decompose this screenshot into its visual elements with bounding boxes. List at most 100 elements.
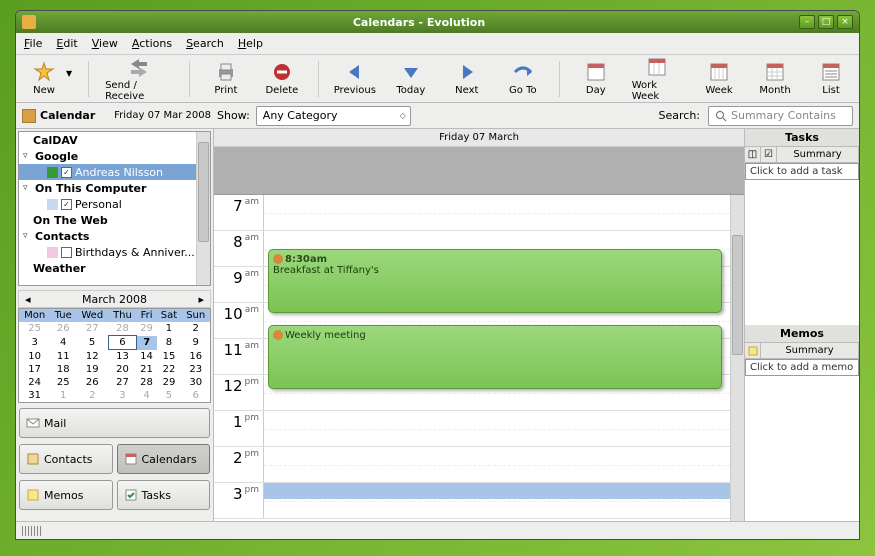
tree-scrollbar[interactable] <box>196 132 210 285</box>
workweek-view-button[interactable]: Work Week <box>632 56 683 102</box>
menu-file[interactable]: File <box>24 37 42 50</box>
expander-icon[interactable]: ▿ <box>23 183 32 193</box>
cal-day[interactable]: 14 <box>137 350 157 364</box>
list-view-button[interactable]: List <box>811 61 851 96</box>
cal-day[interactable]: 29 <box>157 376 182 389</box>
month-view-button[interactable]: Month <box>755 61 795 96</box>
cal-day[interactable]: 18 <box>50 363 76 376</box>
menu-actions[interactable]: Actions <box>132 37 172 50</box>
close-button[interactable]: × <box>837 15 853 29</box>
tree-contacts[interactable]: ▿Contacts <box>19 228 210 244</box>
cal-day[interactable]: 17 <box>19 363 50 376</box>
checkbox[interactable] <box>61 247 72 258</box>
cal-day[interactable]: 8 <box>157 336 182 350</box>
event-breakfast[interactable]: 8:30am Breakfast at Tiffany's <box>268 249 722 313</box>
cal-day[interactable]: 6 <box>181 389 210 402</box>
cal-day[interactable]: 11 <box>50 350 76 364</box>
send-receive-button[interactable]: Send / Receive <box>105 56 173 102</box>
cal-day[interactable]: 10 <box>19 350 50 364</box>
cal-day[interactable]: 1 <box>157 322 182 336</box>
col-summary[interactable]: Summary <box>777 147 859 162</box>
cal-day[interactable]: 26 <box>76 376 108 389</box>
col-icon[interactable]: ◫ <box>745 147 761 162</box>
cal-day[interactable]: 27 <box>76 322 108 336</box>
tasks-body[interactable] <box>745 180 859 325</box>
col-icon[interactable] <box>745 343 761 358</box>
cal-day[interactable]: 13 <box>108 350 136 364</box>
cal-day[interactable]: 23 <box>181 363 210 376</box>
cal-day[interactable]: 19 <box>76 363 108 376</box>
checkbox[interactable]: ✓ <box>61 167 72 178</box>
cal-day[interactable]: 2 <box>76 389 108 402</box>
allday-area[interactable] <box>214 147 744 195</box>
cal-day[interactable]: 1 <box>50 389 76 402</box>
cal-day[interactable]: 5 <box>76 336 108 350</box>
cal-day[interactable]: 25 <box>50 376 76 389</box>
col-done[interactable]: ☑ <box>761 147 777 162</box>
cal-day[interactable]: 6 <box>108 336 136 350</box>
add-task-input[interactable]: Click to add a task <box>745 163 859 180</box>
memos-body[interactable] <box>745 376 859 521</box>
cal-day[interactable]: 4 <box>137 389 157 402</box>
memos-button[interactable]: Memos <box>19 480 113 510</box>
cal-day[interactable]: 28 <box>108 322 136 336</box>
search-input[interactable]: Summary Contains <box>708 106 853 126</box>
tree-ontheweb[interactable]: On The Web <box>19 212 210 228</box>
tree-personal[interactable]: ✓Personal <box>19 196 210 212</box>
maximize-button[interactable]: □ <box>818 15 834 29</box>
tree-google[interactable]: ▿Google <box>19 148 210 164</box>
tree-caldav[interactable]: CalDAV <box>19 132 210 148</box>
goto-button[interactable]: Go To <box>503 61 543 96</box>
new-button[interactable]: New <box>24 61 64 96</box>
cal-day[interactable]: 9 <box>181 336 210 350</box>
cal-day[interactable]: 27 <box>108 376 136 389</box>
cal-day[interactable]: 4 <box>50 336 76 350</box>
cal-day[interactable]: 30 <box>181 376 210 389</box>
tasks-button[interactable]: Tasks <box>117 480 211 510</box>
new-dropdown-arrow[interactable]: ▼ <box>66 69 72 78</box>
event-weekly-meeting[interactable]: Weekly meeting <box>268 325 722 389</box>
category-combo[interactable]: Any Category ◇ <box>256 106 411 126</box>
hour-row[interactable]: 7am <box>214 195 730 231</box>
mini-calendar[interactable]: MonTueWedThuFriSatSun2526272829123456789… <box>18 308 211 403</box>
hour-row[interactable]: 1pm <box>214 411 730 447</box>
menu-help[interactable]: Help <box>238 37 263 50</box>
menu-edit[interactable]: Edit <box>56 37 77 50</box>
prev-month-button[interactable]: ◂ <box>25 293 31 306</box>
cal-day[interactable]: 22 <box>157 363 182 376</box>
tree-onthis[interactable]: ▿On This Computer <box>19 180 210 196</box>
calendar-tree[interactable]: CalDAV ▿Google ✓Andreas Nilsson ▿On This… <box>18 131 211 286</box>
day-view-button[interactable]: Day <box>576 61 616 96</box>
next-button[interactable]: Next <box>447 61 487 96</box>
cal-day[interactable]: 15 <box>157 350 182 364</box>
cal-day[interactable]: 3 <box>108 389 136 402</box>
print-button[interactable]: Print <box>206 61 246 96</box>
cal-day[interactable]: 20 <box>108 363 136 376</box>
next-month-button[interactable]: ▸ <box>198 293 204 306</box>
hour-row[interactable]: 2pm <box>214 447 730 483</box>
titlebar[interactable]: Calendars - Evolution – □ × <box>16 11 859 33</box>
mail-button[interactable]: Mail <box>19 408 210 438</box>
previous-button[interactable]: Previous <box>335 61 375 96</box>
cal-day[interactable]: 26 <box>50 322 76 336</box>
cal-day[interactable]: 3 <box>19 336 50 350</box>
tree-birthdays[interactable]: Birthdays & Anniver... <box>19 244 210 260</box>
delete-button[interactable]: Delete <box>262 61 302 96</box>
cal-day[interactable]: 29 <box>137 322 157 336</box>
cal-day[interactable]: 28 <box>137 376 157 389</box>
checkbox[interactable]: ✓ <box>61 199 72 210</box>
menu-search[interactable]: Search <box>186 37 224 50</box>
cal-day[interactable]: 2 <box>181 322 210 336</box>
cal-day[interactable]: 21 <box>137 363 157 376</box>
cal-day[interactable]: 7 <box>137 336 157 350</box>
tree-andreas[interactable]: ✓Andreas Nilsson <box>19 164 210 180</box>
cal-day[interactable]: 12 <box>76 350 108 364</box>
today-button[interactable]: Today <box>391 61 431 96</box>
cal-day[interactable]: 24 <box>19 376 50 389</box>
add-memo-input[interactable]: Click to add a memo <box>745 359 859 376</box>
week-view-button[interactable]: Week <box>699 61 739 96</box>
tree-weather[interactable]: Weather <box>19 260 210 276</box>
cal-day[interactable]: 16 <box>181 350 210 364</box>
minimize-button[interactable]: – <box>799 15 815 29</box>
contacts-button[interactable]: Contacts <box>19 444 113 474</box>
